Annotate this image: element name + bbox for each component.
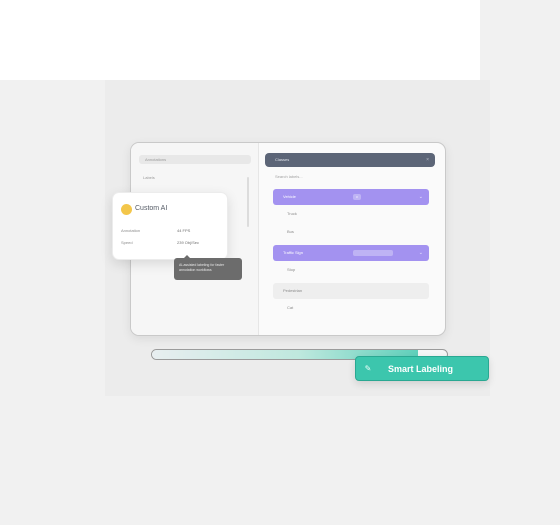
tooltip: AI-assisted labeling for faster annotati… (174, 255, 242, 280)
stat-key: Speed (121, 240, 133, 245)
status-dot-icon (121, 203, 132, 215)
stat-value: 44 FPS (177, 228, 191, 233)
scrollbar[interactable] (247, 177, 249, 227)
class-label: Pedestrian (283, 288, 303, 293)
model-name: Custom AI (135, 205, 168, 212)
chevron-down-icon[interactable]: ⌄ (419, 245, 423, 261)
magic-wand-icon: ✎ (364, 363, 372, 373)
count-badge: 3 (353, 194, 361, 200)
class-label: Bus (287, 229, 294, 234)
class-row-bus[interactable]: Bus (273, 227, 429, 237)
class-label: Stop (287, 267, 296, 272)
class-row-traffic-sign[interactable]: Traffic Sign ⌄ (273, 245, 429, 261)
stat-line: Speed 239 Obj/Sec (121, 239, 221, 247)
classes-header: Classes × (265, 153, 435, 167)
class-row-stop[interactable]: Stop (273, 265, 429, 275)
model-info-card: Custom AI Annotation 44 FPS Speed 239 Ob… (112, 192, 228, 260)
stat-value: 239 Obj/Sec (177, 240, 200, 245)
model-card-title: Custom AI (121, 203, 167, 215)
class-row-pedestrian[interactable]: Pedestrian (273, 283, 429, 299)
chevron-down-icon[interactable]: ⌄ (419, 189, 423, 205)
smart-labeling-button[interactable]: ✎ Smart Labeling (355, 356, 489, 381)
top-banner (0, 0, 480, 80)
class-label: Truck (287, 211, 297, 216)
left-pane-row[interactable]: Labels (139, 173, 251, 183)
class-row-cat[interactable]: Cat (273, 303, 429, 313)
class-label: Cat (287, 305, 294, 310)
class-label: Vehicle (283, 194, 296, 199)
class-row-truck[interactable]: Truck (273, 209, 429, 219)
class-label: Traffic Sign (283, 250, 304, 255)
right-pane: Classes × Search labels... Vehicle 3 ⌄ T… (265, 143, 445, 335)
smart-labeling-label: Smart Labeling (388, 363, 454, 374)
classes-header-title: Classes (275, 157, 290, 162)
stat-key: Annotation (121, 228, 141, 233)
search-input[interactable]: Search labels... (275, 173, 425, 181)
close-icon[interactable]: × (426, 153, 429, 167)
tag-badge (353, 250, 393, 256)
left-pane-header: Annotations (139, 155, 251, 164)
class-row-vehicle[interactable]: Vehicle 3 ⌄ (273, 189, 429, 205)
stat-line: Annotation 44 FPS (121, 227, 221, 235)
